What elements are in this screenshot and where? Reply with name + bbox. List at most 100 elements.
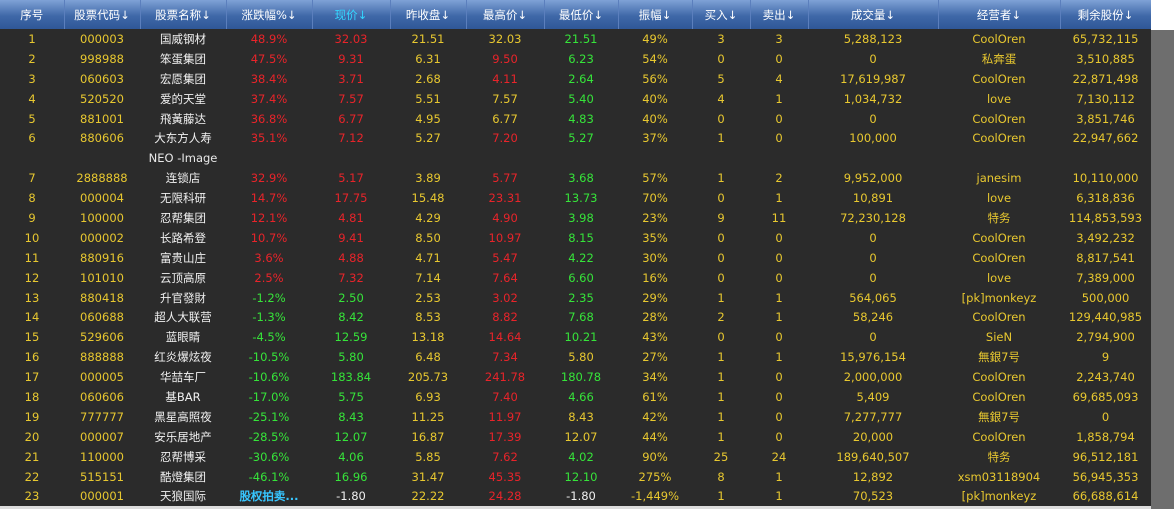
cell-amp: 54% (642, 51, 668, 66)
cell-code: 000001 (80, 489, 124, 504)
column-header-10[interactable]: 卖出↓ (750, 0, 809, 29)
cell-amp: 37% (642, 131, 668, 146)
cell-code: 777777 (80, 409, 124, 424)
cell-chg: 股权拍卖... (239, 489, 299, 504)
cell-chg: 10.7% (250, 230, 288, 245)
cell-low: 4.66 (568, 389, 594, 404)
table-row[interactable]: 3 060603 宏愿集团 38.4% 3.71 2.68 4.11 2.64 56% 5 4 17,… (0, 69, 1151, 89)
cell-owner: CoolOren (972, 370, 1026, 385)
cell-low: 2.64 (568, 71, 594, 86)
column-header-7[interactable]: 最低价↓ (544, 0, 619, 29)
cell-vol: 12,892 (852, 469, 894, 484)
cell-code: 000007 (80, 429, 124, 444)
cell-prev: 13.18 (411, 330, 445, 345)
table-row[interactable]: 8 000004 无限科研 14.7% 17.75 15.48 23.31 13.73 70% 0… (0, 188, 1151, 208)
cell-shares: 7,389,000 (1076, 270, 1135, 285)
cell-code: 060606 (80, 389, 124, 404)
column-header-1[interactable]: 股票代码↓ (64, 0, 141, 29)
cell-sell: 0 (775, 131, 783, 146)
table-row[interactable]: 11 880916 富贵山庄 3.6% 4.88 4.71 5.47 4.22 30% 0 0 0 Co… (0, 248, 1151, 268)
cell-sell: 0 (775, 51, 783, 66)
cell-shares: 1,858,794 (1076, 429, 1135, 444)
column-header-0[interactable]: 序号 (0, 0, 65, 29)
vertical-scrollbar[interactable] (1151, 30, 1174, 509)
scrollbar-top-spacer (1151, 0, 1174, 30)
cell-no: 6 (28, 131, 36, 146)
table-row[interactable]: 18 060606 基BAR -17.0% 5.75 6.93 7.40 4.66 61% 1 0 5… (0, 387, 1151, 407)
cell-shares: 69,685,093 (1072, 389, 1139, 404)
cell-vol: 0 (869, 51, 877, 66)
cell-buy: 2 (717, 310, 725, 325)
table-row[interactable]: 9 100000 忍帮集团 12.1% 4.81 4.29 4.90 3.98 23% 9 11 72… (0, 208, 1151, 228)
table-row[interactable]: 20 000007 安乐居地产 -28.5% 12.07 16.87 17.39 12.07 4… (0, 427, 1151, 447)
cell-name: 连锁店 (165, 171, 201, 186)
cell-high: 4.90 (492, 210, 518, 225)
cell-name: 忍帮集团 (160, 210, 206, 225)
cell-chg: -1.2% (252, 290, 286, 305)
table-row[interactable]: 21 110000 忍帮博采 -30.6% 4.06 5.85 7.62 4.02 90% 25 2… (0, 447, 1151, 467)
empty-cell (226, 148, 312, 168)
table-row[interactable]: 6 880606 大东方人寿 35.1% 7.12 5.27 7.20 5.27 37% 1 0 10… (0, 128, 1151, 148)
cell-amp: 29% (642, 290, 668, 305)
table-row[interactable]: 16 888888 红炎爆炫夜 -10.5% 5.80 6.48 7.34 5.80 27% 1 1… (0, 347, 1151, 367)
cell-buy: 0 (717, 191, 725, 206)
cell-no: 12 (24, 270, 40, 285)
cell-amp: 275% (638, 469, 672, 484)
column-header-9[interactable]: 买入↓ (692, 0, 751, 29)
cell-buy: 1 (717, 290, 725, 305)
cell-low: 7.68 (568, 310, 594, 325)
cell-amp: 28% (642, 310, 668, 325)
table-row[interactable]: 19 777777 黑星高照夜 -25.1% 8.43 11.25 11.97 8.43 42%… (0, 407, 1151, 427)
table-row[interactable]: 13 880418 升官發財 -1.2% 2.50 2.53 3.02 2.35 29% 1 1 56… (0, 288, 1151, 308)
cell-buy: 1 (717, 489, 725, 504)
column-header-5[interactable]: 昨收盘↓ (390, 0, 467, 29)
table-row[interactable]: 5 881001 飛黃藤达 36.8% 6.77 4.95 6.77 4.83 40% 0 0 0 Co… (0, 109, 1151, 129)
cell-prev: 6.48 (415, 350, 441, 365)
column-header-8[interactable]: 振幅↓ (618, 0, 693, 29)
table-subheader-row[interactable]: NEO -Image (0, 148, 1151, 168)
cell-vol: 58,246 (852, 310, 894, 325)
column-header-2[interactable]: 股票名称↓ (140, 0, 227, 29)
cell-sell: 1 (775, 350, 783, 365)
cell-prev: 6.31 (415, 51, 441, 66)
cell-owner: [pk]monkeyz (961, 290, 1037, 305)
stock-board: 序号 股票代码↓ 股票名称↓ 涨跌幅%↓ 现价↓ 昨收盘↓ 最高价↓ 最低价↓ 振幅↓ 买入↓ 卖出… (0, 0, 1174, 509)
table-row[interactable]: 10 000002 长路希登 10.7% 9.41 8.50 10.97 8.15 35% 0 0 0… (0, 228, 1151, 248)
table-row[interactable]: 4 520520 爱的天堂 37.4% 7.57 5.51 7.57 5.40 40% 4 1 1,0… (0, 89, 1151, 109)
column-header-4[interactable]: 现价↓ (312, 0, 391, 29)
cell-buy: 5 (717, 71, 725, 86)
cell-high: 7.40 (492, 389, 518, 404)
column-header-3[interactable]: 涨跌幅%↓ (226, 0, 313, 29)
cell-price: 7.57 (338, 91, 364, 106)
cell-amp: 40% (642, 111, 668, 126)
table-row[interactable]: 23 000001 天狼国际 股权拍卖... -1.80 22.22 24.28 -1.80 -… (0, 486, 1151, 506)
cell-shares: 10,110,000 (1072, 171, 1139, 186)
table-row[interactable]: 14 060688 超人大联营 -1.3% 8.42 8.53 8.82 7.68 28% 2 1 5… (0, 307, 1151, 327)
empty-cell (466, 148, 544, 168)
column-header-13[interactable]: 剩余股份↓ (1060, 0, 1152, 29)
table-row[interactable]: 1 000003 国威钢材 48.9% 32.03 21.51 32.03 21.51 49% 3… (0, 29, 1151, 49)
cell-prev: 4.95 (415, 111, 441, 126)
cell-vol: 5,288,123 (843, 31, 903, 46)
table-row[interactable]: 12 101010 云顶高原 2.5% 7.32 7.14 7.64 6.60 16% 0 0 0 lo… (0, 268, 1151, 288)
cell-amp: 90% (642, 449, 668, 464)
cell-name: 华喆车厂 (160, 370, 206, 385)
cell-owner: CoolOren (972, 71, 1026, 86)
cell-high: 7.20 (492, 131, 518, 146)
cell-vol: 1,034,732 (843, 91, 903, 106)
cell-code: 101010 (80, 270, 124, 285)
cell-price: 3.71 (338, 71, 364, 86)
column-header-11[interactable]: 成交量↓ (808, 0, 939, 29)
cell-prev: 2.53 (415, 290, 441, 305)
column-header-12[interactable]: 经营者↓ (938, 0, 1061, 29)
column-header-6[interactable]: 最高价↓ (466, 0, 545, 29)
cell-price: 5.17 (338, 171, 364, 186)
cell-name: 天狼国际 (160, 489, 206, 504)
table-row[interactable]: 7 2888888 连锁店 32.9% 5.17 3.89 5.77 3.68 57% 1 2 9,9… (0, 168, 1151, 188)
table-row[interactable]: 2 998988 笨蛋集团 47.5% 9.31 6.31 9.50 6.23 54% 0 0 0 私奔… (0, 49, 1151, 69)
cell-high: 9.50 (492, 51, 518, 66)
table-row[interactable]: 22 515151 酷燈集团 -46.1% 16.96 31.47 45.35 12.10 27… (0, 467, 1151, 487)
table-row[interactable]: 17 000005 华喆车厂 -10.6% 183.84 205.73 241.78 180.… (0, 367, 1151, 387)
table-row[interactable]: 15 529606 蓝眼睛 -4.5% 12.59 13.18 14.64 10.21 43% 0… (0, 327, 1151, 347)
cell-low: 13.73 (564, 191, 598, 206)
